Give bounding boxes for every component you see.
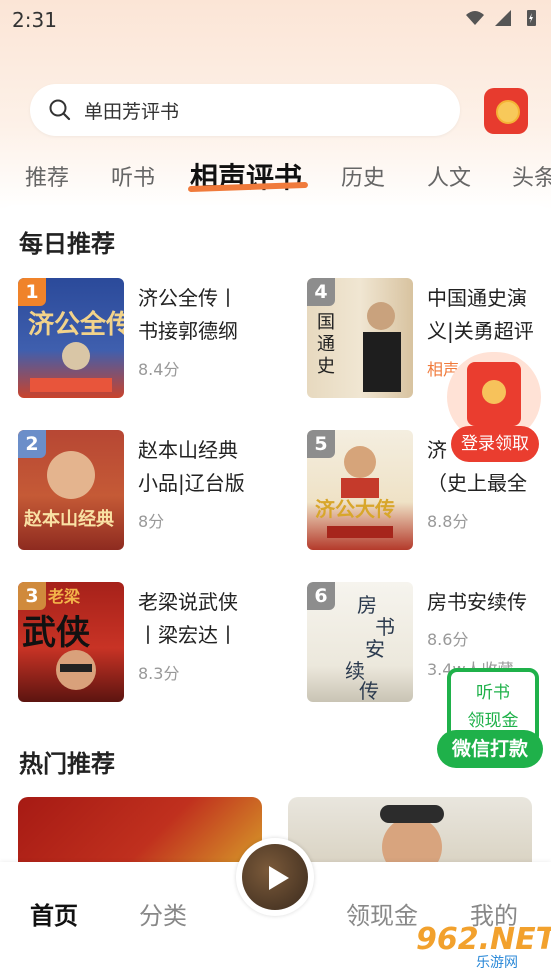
book-title: 赵本山经典 小品|辽台版: [138, 438, 245, 495]
book-title: 济公全传丨 书接郭德纲: [138, 286, 238, 343]
nav-cash[interactable]: 领现金: [346, 896, 418, 931]
svg-text:国: 国: [317, 312, 335, 333]
site-watermark: 962.NET 乐游网: [416, 922, 551, 972]
tab-history[interactable]: 历史: [341, 160, 385, 192]
rank-badge: 2: [18, 430, 46, 458]
svg-text:武侠: 武侠: [22, 613, 91, 653]
cash-reward-line1: 听书: [476, 683, 510, 703]
signal-icon: [495, 10, 511, 26]
status-icons: [465, 8, 541, 28]
book-cover: 济公大传 5: [307, 430, 413, 550]
book-title: 老梁说武侠 丨梁宏达丨: [138, 590, 238, 647]
svg-text:史: 史: [317, 356, 335, 377]
tab-humanities[interactable]: 人文: [427, 160, 471, 192]
tab-recommend[interactable]: 推荐: [25, 160, 69, 192]
book-item[interactable]: 赵本山经典 2 赵本山经典 小品|辽台版 8分: [18, 430, 298, 555]
wifi-icon: [466, 11, 484, 25]
rank-badge: 1: [18, 278, 46, 306]
book-score: 8.6分: [427, 630, 469, 649]
hot-recommend-title: 热门推荐: [19, 750, 115, 778]
daily-recommend-title: 每日推荐: [19, 230, 115, 258]
watermark-sub: 乐游网: [476, 955, 518, 971]
play-icon: [269, 866, 289, 890]
book-score: 8.4分: [138, 360, 180, 379]
player-button[interactable]: [236, 838, 314, 916]
svg-text:通: 通: [317, 334, 335, 355]
battery-icon: [527, 10, 536, 26]
svg-text:济公大传: 济公大传: [315, 497, 395, 521]
status-time: 2:31: [12, 8, 57, 32]
player-cover: [242, 844, 308, 910]
svg-text:房: 房: [357, 593, 377, 617]
book-cover: 老梁 武侠 3: [18, 582, 124, 702]
category-tabs: 推荐 听书 相声评书 历史 人文 头条: [0, 150, 551, 200]
svg-text:传: 传: [359, 679, 379, 702]
book-score: 8.3分: [138, 664, 180, 683]
svg-text:赵本山经典: 赵本山经典: [23, 508, 114, 530]
svg-text:安: 安: [365, 637, 385, 661]
book-cover: 赵本山经典 2: [18, 430, 124, 550]
svg-text:书: 书: [375, 615, 395, 639]
rank-badge: 4: [307, 278, 335, 306]
svg-text:老梁: 老梁: [47, 587, 81, 606]
hot-card-art: [380, 805, 444, 872]
search-input[interactable]: 单田芳评书: [30, 84, 460, 136]
svg-text:济公全传: 济公全传: [28, 309, 124, 340]
book-cover: 房 书 安 续 传 6: [307, 582, 413, 702]
status-bar: 2:31: [0, 0, 551, 40]
search-placeholder: 单田芳评书: [84, 100, 180, 123]
book-title: 房书安续传: [427, 590, 527, 614]
nav-home[interactable]: 首页: [30, 896, 78, 931]
coin-icon: [482, 380, 506, 404]
rank-badge: 3: [18, 582, 46, 610]
hot-card[interactable]: [288, 797, 532, 872]
wechat-pay-button[interactable]: 微信打款: [437, 730, 543, 768]
login-reward-button[interactable]: 登录领取: [451, 426, 539, 462]
hot-card[interactable]: [18, 797, 262, 872]
search-icon: [49, 99, 71, 121]
cash-reward-line2: 领现金: [467, 711, 519, 731]
cash-reward-floating[interactable]: 听书 领现金 微信打款: [437, 668, 543, 772]
book-score: 8分: [138, 512, 165, 531]
red-packet-icon[interactable]: [484, 88, 528, 134]
book-item[interactable]: 济公全传 1 济公全传丨 书接郭德纲 8.4分: [18, 278, 298, 403]
book-score: 8.8分: [427, 512, 469, 531]
login-reward-floating[interactable]: 登录领取: [447, 352, 541, 464]
rank-badge: 6: [307, 582, 335, 610]
book-item[interactable]: 老梁 武侠 3 老梁说武侠 丨梁宏达丨 8.3分: [18, 582, 298, 707]
rank-badge: 5: [307, 430, 335, 458]
tab-headlines[interactable]: 头条: [512, 160, 551, 192]
nav-category[interactable]: 分类: [139, 896, 187, 931]
book-cover: 济公全传 1: [18, 278, 124, 398]
tab-audiobook[interactable]: 听书: [111, 160, 155, 192]
book-cover: 国 通 史 4: [307, 278, 413, 398]
book-title: 中国通史演 义|关勇超评: [427, 286, 534, 343]
